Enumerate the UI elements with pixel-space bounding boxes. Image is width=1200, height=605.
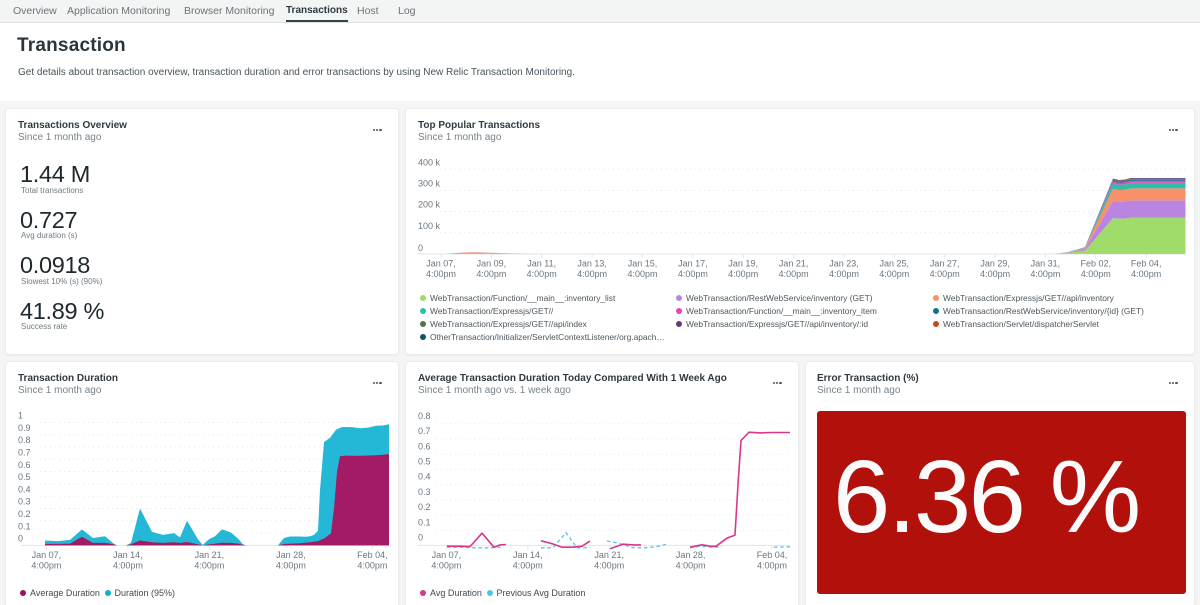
svg-text:0: 0 bbox=[418, 243, 423, 253]
svg-text:Jan 21,: Jan 21, bbox=[594, 550, 624, 560]
svg-text:4:00pm: 4:00pm bbox=[431, 561, 461, 571]
svg-text:0.7: 0.7 bbox=[18, 448, 31, 458]
svg-text:0.3: 0.3 bbox=[18, 497, 31, 507]
svg-text:0.4: 0.4 bbox=[18, 484, 31, 494]
svg-text:Jan 11,: Jan 11, bbox=[527, 259, 556, 269]
svg-text:0.1: 0.1 bbox=[418, 517, 431, 527]
svg-text:4:00pm: 4:00pm bbox=[513, 561, 543, 571]
svg-text:0.4: 0.4 bbox=[418, 472, 431, 482]
svg-text:4:00pm: 4:00pm bbox=[879, 269, 909, 279]
svg-text:0.3: 0.3 bbox=[418, 487, 431, 497]
svg-text:Feb 02,: Feb 02, bbox=[1081, 259, 1112, 269]
svg-text:Jan 17,: Jan 17, bbox=[678, 259, 708, 269]
svg-text:Jan 07,: Jan 07, bbox=[426, 259, 456, 269]
svg-text:4:00pm: 4:00pm bbox=[676, 561, 706, 571]
svg-text:Jan 09,: Jan 09, bbox=[477, 259, 507, 269]
svg-text:0: 0 bbox=[418, 533, 423, 543]
svg-text:4:00pm: 4:00pm bbox=[728, 269, 758, 279]
svg-text:0.2: 0.2 bbox=[18, 509, 31, 519]
svg-text:0.5: 0.5 bbox=[418, 457, 431, 467]
svg-text:4:00pm: 4:00pm bbox=[113, 561, 143, 571]
svg-text:100 k: 100 k bbox=[418, 221, 441, 231]
svg-text:Jan 14,: Jan 14, bbox=[513, 550, 543, 560]
svg-text:4:00pm: 4:00pm bbox=[276, 561, 306, 571]
svg-text:4:00pm: 4:00pm bbox=[829, 269, 859, 279]
svg-text:0.6: 0.6 bbox=[418, 441, 431, 451]
svg-text:Jan 15,: Jan 15, bbox=[628, 259, 658, 269]
svg-text:0.8: 0.8 bbox=[18, 435, 31, 445]
svg-text:Jan 13,: Jan 13, bbox=[577, 259, 607, 269]
svg-text:4:00pm: 4:00pm bbox=[1131, 269, 1161, 279]
svg-text:Jan 21,: Jan 21, bbox=[195, 550, 225, 560]
svg-text:200 k: 200 k bbox=[418, 200, 441, 210]
svg-text:Jan 31,: Jan 31, bbox=[1031, 259, 1061, 269]
svg-text:4:00pm: 4:00pm bbox=[980, 269, 1010, 279]
svg-text:4:00pm: 4:00pm bbox=[678, 269, 708, 279]
svg-text:Jan 28,: Jan 28, bbox=[276, 550, 306, 560]
svg-text:300 k: 300 k bbox=[418, 179, 441, 189]
svg-text:4:00pm: 4:00pm bbox=[426, 269, 456, 279]
svg-text:4:00pm: 4:00pm bbox=[930, 269, 960, 279]
svg-text:4:00pm: 4:00pm bbox=[627, 269, 657, 279]
svg-text:0.1: 0.1 bbox=[18, 521, 31, 531]
svg-text:4:00pm: 4:00pm bbox=[779, 269, 809, 279]
svg-text:0.7: 0.7 bbox=[418, 426, 431, 436]
svg-text:Jan 27,: Jan 27, bbox=[930, 259, 960, 269]
svg-text:4:00pm: 4:00pm bbox=[194, 561, 224, 571]
svg-text:0.8: 0.8 bbox=[418, 411, 431, 421]
svg-text:Jan 28,: Jan 28, bbox=[676, 550, 706, 560]
svg-text:4:00pm: 4:00pm bbox=[527, 269, 557, 279]
svg-text:0.9: 0.9 bbox=[18, 423, 31, 433]
svg-text:Feb 04,: Feb 04, bbox=[1131, 259, 1162, 269]
svg-text:0.6: 0.6 bbox=[18, 460, 31, 470]
svg-text:Jan 23,: Jan 23, bbox=[829, 259, 859, 269]
svg-text:400 k: 400 k bbox=[418, 158, 441, 168]
svg-text:Jan 25,: Jan 25, bbox=[880, 259, 910, 269]
svg-text:1: 1 bbox=[18, 411, 23, 421]
svg-text:Feb 04,: Feb 04, bbox=[357, 550, 388, 560]
svg-text:0.2: 0.2 bbox=[418, 502, 431, 512]
svg-text:Jan 19,: Jan 19, bbox=[728, 259, 758, 269]
svg-text:Jan 07,: Jan 07, bbox=[32, 550, 62, 560]
svg-text:4:00pm: 4:00pm bbox=[1030, 269, 1060, 279]
svg-text:4:00pm: 4:00pm bbox=[757, 561, 787, 571]
svg-text:Jan 21,: Jan 21, bbox=[779, 259, 809, 269]
svg-text:Jan 07,: Jan 07, bbox=[432, 550, 462, 560]
svg-text:4:00pm: 4:00pm bbox=[476, 269, 506, 279]
svg-text:4:00pm: 4:00pm bbox=[577, 269, 607, 279]
svg-text:Jan 29,: Jan 29, bbox=[980, 259, 1010, 269]
svg-text:0.5: 0.5 bbox=[18, 472, 31, 482]
svg-text:Jan 14,: Jan 14, bbox=[113, 550, 143, 560]
svg-text:4:00pm: 4:00pm bbox=[594, 561, 624, 571]
svg-text:0: 0 bbox=[18, 534, 23, 544]
svg-text:4:00pm: 4:00pm bbox=[1081, 269, 1111, 279]
svg-text:4:00pm: 4:00pm bbox=[357, 561, 387, 571]
svg-text:Feb 04,: Feb 04, bbox=[757, 550, 788, 560]
svg-text:4:00pm: 4:00pm bbox=[31, 561, 61, 571]
